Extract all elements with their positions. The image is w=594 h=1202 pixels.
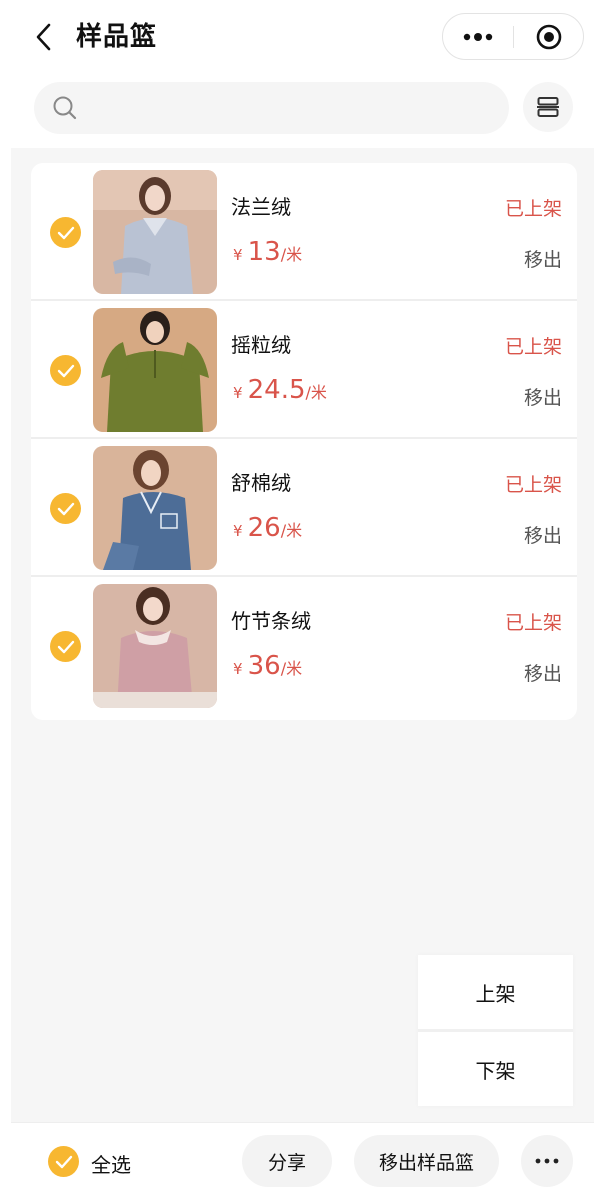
price-value: 13: [247, 237, 281, 267]
header-bar: 样品篮: [0, 0, 594, 76]
checkmark-icon: [57, 226, 74, 239]
search-input[interactable]: [96, 90, 496, 126]
remove-item-button[interactable]: 移出: [524, 245, 562, 272]
shelf-status: 已上架: [504, 336, 562, 358]
sample-item[interactable]: 舒棉绒 ¥ 26/米 已上架 移出: [31, 439, 577, 577]
checkmark-icon: [57, 640, 74, 653]
select-all-label[interactable]: 全选: [91, 1149, 131, 1178]
sample-item[interactable]: 竹节条绒 ¥ 36/米 已上架 移出: [31, 577, 577, 715]
mini-program-capsule: [442, 13, 584, 60]
item-price: ¥ 24.5/米: [233, 375, 327, 405]
item-checkbox[interactable]: [50, 217, 81, 248]
off-shelf-button[interactable]: 下架: [418, 1032, 573, 1106]
shelf-status: 已上架: [504, 612, 562, 634]
more-dots-icon: [535, 1158, 559, 1164]
item-name: 法兰绒: [231, 195, 291, 219]
chevron-left-icon: [36, 23, 51, 51]
page-title: 样品篮: [76, 22, 158, 52]
remove-from-basket-button[interactable]: 移出样品篮: [354, 1135, 499, 1187]
price-unit: /米: [280, 521, 303, 540]
price-unit: /米: [305, 383, 327, 402]
remove-item-button[interactable]: 移出: [524, 659, 562, 686]
pullover-green-photo[interactable]: [93, 308, 217, 432]
item-price: ¥ 26/米: [233, 513, 302, 543]
bottom-action-bar: 全选 分享 移出样品篮: [11, 1122, 594, 1202]
remove-item-button[interactable]: 移出: [524, 383, 562, 410]
layout-toggle-button[interactable]: [523, 82, 573, 132]
item-name: 竹节条绒: [231, 609, 311, 633]
layout-toggle-icon: [537, 97, 559, 117]
sample-item[interactable]: 法兰绒 ¥ 13/米 已上架 移出: [31, 163, 577, 301]
currency-symbol: ¥: [233, 660, 243, 678]
more-dots-icon: [463, 32, 493, 41]
remove-item-button[interactable]: 移出: [524, 521, 562, 548]
sample-list-card: 法兰绒 ¥ 13/米 已上架 移出 摇粒绒 ¥ 24.5/米 已上架 移出 舒棉…: [31, 163, 577, 720]
pajama-blue-photo[interactable]: [93, 446, 217, 570]
price-value: 36: [247, 651, 281, 681]
shelf-status: 已上架: [504, 198, 562, 220]
back-button[interactable]: [28, 20, 58, 54]
currency-symbol: ¥: [233, 384, 243, 402]
target-icon: [536, 24, 562, 49]
item-name: 舒棉绒: [231, 471, 291, 495]
more-actions-button[interactable]: [521, 1135, 573, 1187]
currency-symbol: ¥: [233, 522, 243, 540]
shelf-status: 已上架: [504, 474, 562, 496]
item-checkbox[interactable]: [50, 493, 81, 524]
item-price: ¥ 13/米: [233, 237, 302, 267]
select-all-checkbox[interactable]: [48, 1146, 79, 1177]
share-button[interactable]: 分享: [242, 1135, 332, 1187]
shelf-action-menu: 上架 下架: [418, 955, 573, 1106]
checkmark-icon: [55, 1155, 72, 1168]
checkmark-icon: [57, 364, 74, 377]
price-value: 26: [247, 513, 281, 543]
pajama-pink-photo[interactable]: [93, 584, 217, 708]
capsule-more-button[interactable]: [443, 14, 513, 59]
item-name: 摇粒绒: [231, 333, 291, 357]
search-bar[interactable]: [34, 82, 509, 134]
on-shelf-button[interactable]: 上架: [418, 955, 573, 1029]
price-unit: /米: [280, 659, 303, 678]
item-checkbox[interactable]: [50, 355, 81, 386]
pajama-gray-photo[interactable]: [93, 170, 217, 294]
price-value: 24.5: [247, 375, 306, 405]
item-price: ¥ 36/米: [233, 651, 302, 681]
checkmark-icon: [57, 502, 74, 515]
capsule-close-button[interactable]: [514, 14, 584, 59]
sample-item[interactable]: 摇粒绒 ¥ 24.5/米 已上架 移出: [31, 301, 577, 439]
search-icon: [53, 96, 77, 120]
price-unit: /米: [280, 245, 303, 264]
item-checkbox[interactable]: [50, 631, 81, 662]
currency-symbol: ¥: [233, 246, 243, 264]
